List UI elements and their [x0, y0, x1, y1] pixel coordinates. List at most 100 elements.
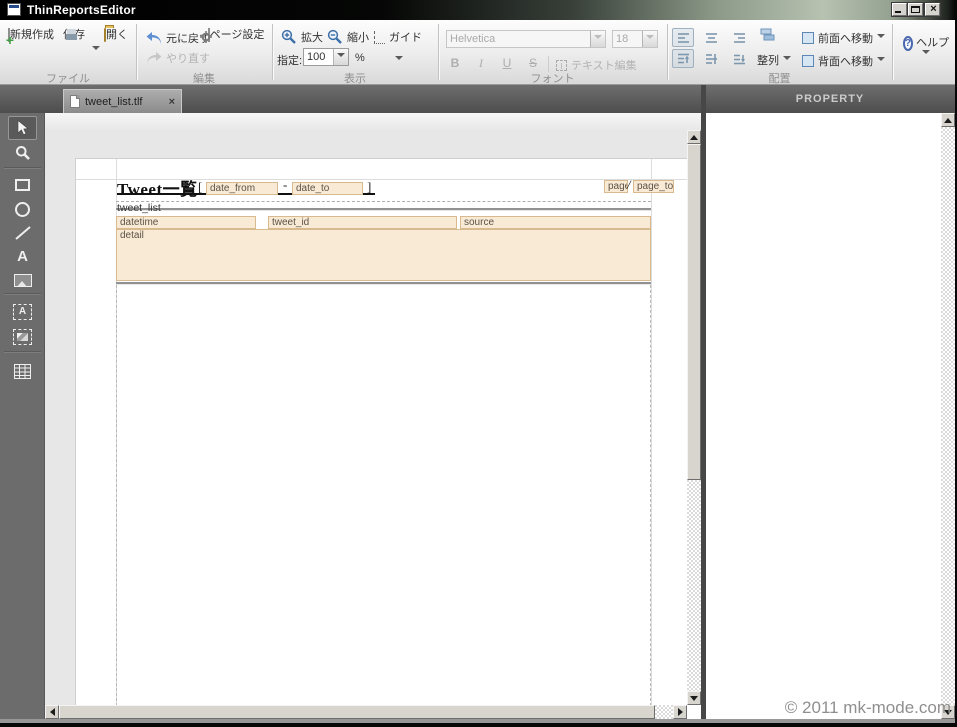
- bring-to-front-button[interactable]: 前面へ移動: [802, 30, 885, 46]
- minimize-button[interactable]: [892, 3, 907, 16]
- column-datetime[interactable]: datetime: [116, 216, 256, 229]
- help-icon: ?: [903, 36, 913, 51]
- property-scroll-track[interactable]: [941, 127, 955, 705]
- italic-button[interactable]: I: [472, 55, 490, 71]
- copyright-watermark: © 2011 mk-mode.com: [785, 698, 951, 718]
- send-to-back-caret[interactable]: [877, 57, 885, 65]
- send-to-back-button[interactable]: 背面へ移動: [802, 53, 885, 69]
- zoom-in-icon: [281, 29, 297, 45]
- text-tool[interactable]: A: [8, 244, 37, 268]
- tab-tweet-list[interactable]: tweet_list.tlf ×: [63, 89, 182, 113]
- vscroll-thumb[interactable]: [687, 144, 701, 480]
- tab-close-icon[interactable]: ×: [169, 96, 175, 108]
- bring-to-front-caret[interactable]: [877, 34, 885, 42]
- field-page[interactable]: page: [604, 180, 628, 193]
- list-name-label[interactable]: tweet_list: [117, 202, 161, 214]
- open-button[interactable]: 開く: [98, 26, 134, 42]
- close-button[interactable]: ×: [925, 3, 940, 16]
- underline-button[interactable]: U: [498, 55, 516, 71]
- align-left-button[interactable]: [672, 28, 694, 47]
- toolbar: + 新規作成 保存 開く ファイル 元に戻す やり直す: [0, 20, 957, 85]
- zoom-out-button[interactable]: 縮小: [327, 29, 369, 45]
- undo-icon: [146, 32, 162, 45]
- list-top-border: [116, 208, 651, 211]
- canvas-horizontal-scrollbar[interactable]: [45, 705, 687, 719]
- line-tool[interactable]: [8, 221, 37, 245]
- rectangle-icon: [15, 179, 30, 191]
- scroll-right-button[interactable]: [673, 705, 687, 719]
- column-tweet-id[interactable]: tweet_id: [268, 216, 457, 229]
- save-menu-caret[interactable]: [92, 46, 100, 54]
- bracket-open: [: [198, 179, 202, 195]
- align-middle-button[interactable]: [700, 49, 722, 68]
- align-top-icon: [677, 53, 690, 65]
- guide-icon: [374, 31, 385, 44]
- align-left-icon: [677, 32, 690, 44]
- zoom-combo-arrow[interactable]: [333, 49, 348, 65]
- text-block-tool[interactable]: A: [8, 300, 37, 324]
- hscroll-thumb[interactable]: [59, 705, 655, 719]
- align-center-icon: [705, 32, 718, 44]
- property-scrollbar[interactable]: [941, 113, 955, 719]
- new-file-button[interactable]: + 新規作成: [4, 26, 58, 42]
- align-menu-button[interactable]: 整列: [757, 52, 791, 68]
- report-page[interactable]: Tweet一覧 [ date_from - date_to ] page / p…: [75, 158, 687, 705]
- select-tool[interactable]: [8, 116, 37, 140]
- new-file-icon: +: [8, 28, 10, 42]
- redo-label: やり直す: [166, 50, 210, 66]
- font-size-arrow[interactable]: [642, 31, 657, 47]
- redo-button[interactable]: やり直す: [146, 50, 210, 66]
- field-page-to[interactable]: page_to: [633, 180, 674, 193]
- page-setup-button[interactable]: ページ設定: [205, 26, 267, 42]
- help-caret: [922, 50, 930, 58]
- align-menu-caret: [783, 56, 791, 64]
- font-family-arrow[interactable]: [590, 31, 605, 47]
- field-date-from[interactable]: date_from: [206, 182, 278, 195]
- guide-menu-caret[interactable]: [395, 56, 403, 64]
- bold-button[interactable]: B: [446, 55, 464, 71]
- tool-divider: [4, 293, 41, 294]
- field-date-to[interactable]: date_to: [292, 182, 363, 195]
- canvas-vertical-scrollbar[interactable]: [687, 130, 701, 705]
- right-arrow-icon: [678, 708, 687, 716]
- send-to-back-label: 背面へ移動: [818, 53, 873, 69]
- report-title-text[interactable]: Tweet一覧: [117, 175, 198, 200]
- font-family-value: Helvetica: [447, 33, 590, 45]
- list-tool[interactable]: [8, 359, 37, 383]
- scroll-left-button[interactable]: [45, 705, 59, 719]
- rectangle-tool[interactable]: [8, 173, 37, 197]
- scroll-down-button[interactable]: [687, 691, 701, 705]
- zoom-tool[interactable]: [8, 141, 37, 165]
- strikethrough-button[interactable]: S: [524, 55, 542, 71]
- gear-icon: [200, 31, 212, 43]
- down-arrow-icon: [690, 696, 698, 705]
- guide-button[interactable]: ガイド: [374, 29, 422, 45]
- align-top-button[interactable]: [672, 49, 694, 68]
- send-to-back-icon: [802, 55, 814, 67]
- image-block-tool[interactable]: [8, 325, 37, 349]
- guide-label: ガイド: [389, 29, 422, 45]
- font-size-combo[interactable]: 18: [612, 30, 658, 48]
- scroll-up-button[interactable]: [687, 130, 701, 144]
- image-tool[interactable]: [8, 268, 37, 292]
- save-button[interactable]: 保存: [57, 26, 91, 42]
- font-family-combo[interactable]: Helvetica: [446, 30, 606, 48]
- align-bottom-button[interactable]: [728, 49, 750, 68]
- align-middle-icon: [705, 53, 718, 65]
- align-right-button[interactable]: [728, 28, 750, 47]
- title-bar: ThinReportsEditor ×: [0, 0, 957, 20]
- zoom-in-button[interactable]: 拡大: [281, 29, 323, 45]
- dash-separator: -: [283, 177, 287, 193]
- design-canvas[interactable]: Tweet一覧 [ date_from - date_to ] page / p…: [45, 113, 701, 723]
- field-detail[interactable]: detail: [116, 229, 651, 281]
- zoom-value-combo[interactable]: 100: [303, 48, 349, 66]
- help-button[interactable]: ? ヘルプ: [898, 28, 954, 63]
- tool-palette: A A: [0, 113, 45, 719]
- align-center-button[interactable]: [700, 28, 722, 47]
- ellipse-tool[interactable]: [8, 197, 37, 221]
- column-source[interactable]: source: [460, 216, 651, 229]
- bring-to-front-label: 前面へ移動: [818, 30, 873, 46]
- property-scroll-up-button[interactable]: [941, 113, 955, 127]
- list-right-dashed-border: [650, 285, 651, 706]
- maximize-button[interactable]: [908, 3, 923, 16]
